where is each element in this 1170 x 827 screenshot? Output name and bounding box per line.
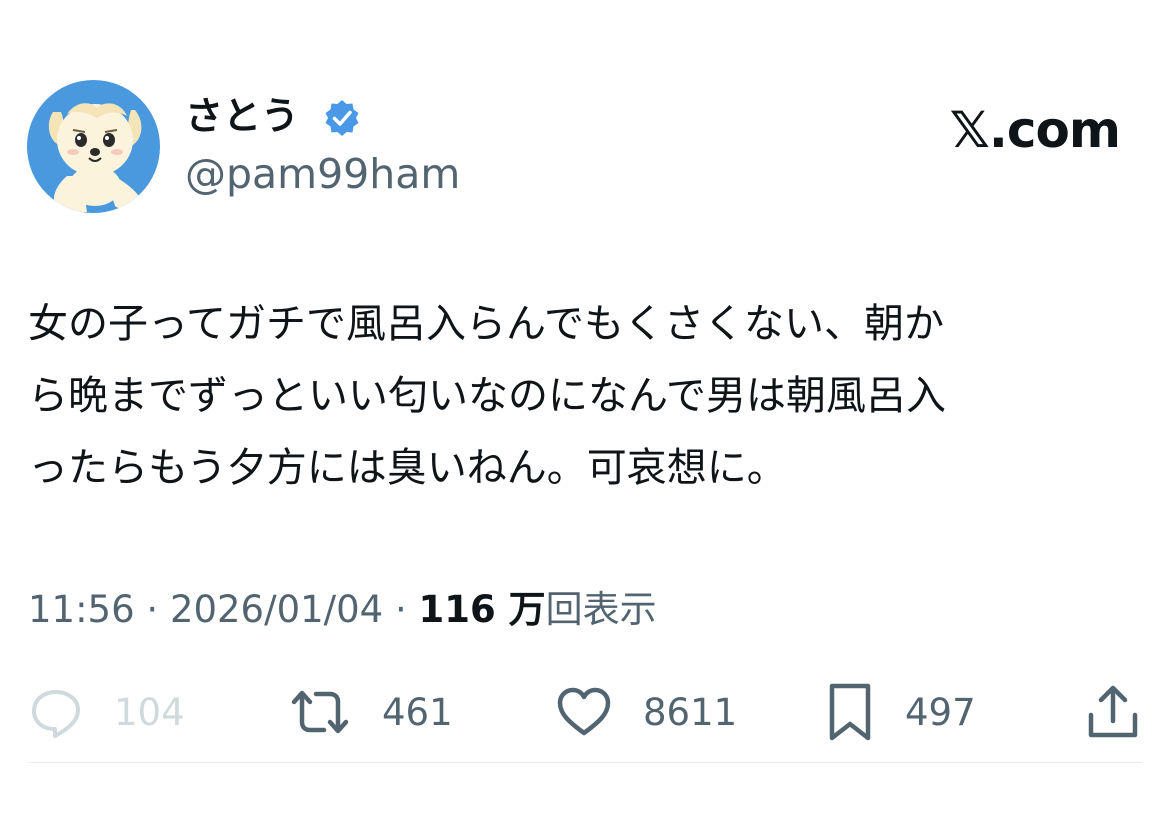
tweet-date[interactable]: 2026/01/04 xyxy=(170,588,383,631)
reply-icon xyxy=(32,690,80,738)
retweet-icon xyxy=(291,690,349,734)
verified-badge-icon xyxy=(325,100,359,136)
avatar[interactable] xyxy=(27,80,160,213)
like-button[interactable]: 8611 xyxy=(555,684,737,740)
tweet-text: 女の子ってガチで風呂入らんでもくさくない、朝か ら晩までずっといい匂いなのになん… xyxy=(28,301,946,491)
meta-separator: · xyxy=(394,588,407,631)
views-label: 回表示 xyxy=(545,588,657,631)
share-icon xyxy=(1088,685,1138,738)
bookmark-icon xyxy=(829,683,871,741)
heart-icon xyxy=(557,687,611,736)
x-com-logo: 𝕏.com xyxy=(949,101,1121,159)
reply-button[interactable]: 104 xyxy=(28,684,185,740)
retweet-button[interactable]: 461 xyxy=(288,684,453,740)
like-count: 8611 xyxy=(643,690,738,734)
share-button[interactable] xyxy=(1085,684,1141,740)
reply-count: 104 xyxy=(114,690,185,734)
views-count: 116 万 xyxy=(418,588,546,631)
dog-avatar-icon xyxy=(27,80,160,213)
bookmark-button[interactable]: 497 xyxy=(825,683,976,741)
bookmark-count: 497 xyxy=(905,690,976,734)
tweet-meta: 11:56 · 2026/01/04 · 116 万回表示 xyxy=(28,584,657,636)
meta-separator: · xyxy=(146,588,159,631)
retweet-count: 461 xyxy=(382,690,453,734)
divider xyxy=(28,762,1142,763)
display-name[interactable]: さとう xyxy=(185,90,299,142)
tweet-time[interactable]: 11:56 xyxy=(28,588,135,631)
user-handle[interactable]: @pam99ham xyxy=(185,148,460,200)
